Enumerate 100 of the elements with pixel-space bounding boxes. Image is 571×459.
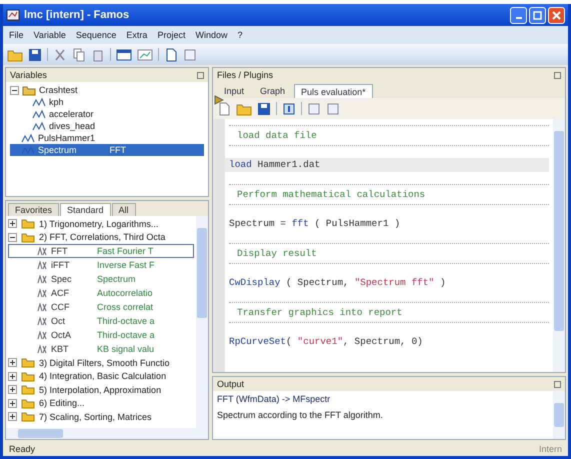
function-item[interactable]: Oct Third-octave a (8, 314, 194, 328)
menu-item[interactable]: Sequence (76, 30, 116, 40)
expand-icon[interactable] (8, 219, 17, 228)
code-line: Spectrum = fft ( PulsHammer1 ) (229, 217, 402, 231)
tree-item[interactable]: Spectrum FFT (10, 144, 204, 156)
function-icon (37, 316, 47, 326)
function-icon (37, 302, 47, 312)
expand-icon[interactable] (8, 398, 17, 408)
code-comment: Perform mathematical calculations (229, 184, 549, 205)
pin-icon[interactable] (197, 72, 204, 78)
menu-item[interactable]: Project (157, 30, 186, 40)
tree-item[interactable]: PulsHammer1 (10, 132, 204, 144)
panel-tab[interactable]: Standard (60, 203, 111, 216)
close-button[interactable] (548, 6, 565, 24)
status-text: Ready (9, 444, 36, 454)
status-text: Intern (538, 444, 562, 454)
cut-icon[interactable] (53, 48, 67, 62)
pin-icon[interactable] (554, 72, 561, 78)
folder-icon (21, 370, 35, 382)
function-item[interactable]: iFFT Inverse Fast F (8, 258, 194, 272)
collapse-icon[interactable] (10, 86, 19, 94)
editor-tab[interactable]: Graph (253, 84, 292, 98)
folder-icon[interactable] (236, 102, 252, 116)
function-group[interactable]: 7) Scaling, Sorting, Matrices (8, 410, 194, 424)
output-text: Spectrum according to the FFT algorithm. (217, 410, 384, 420)
minimize-icon (516, 17, 522, 19)
window-title: lmc [intern] - Famos (24, 9, 130, 21)
tree-item[interactable]: dives_head (10, 120, 204, 132)
code-line: CwDisplay ( Spectrum, "Spectrum fft" ) (229, 276, 447, 290)
document-icon[interactable] (164, 48, 178, 62)
output-text: FFT (WfmData) -> MFspectr (217, 394, 332, 404)
new-file-icon[interactable] (217, 102, 231, 116)
code-comment: Display result (229, 243, 549, 264)
code-comment: load data file (229, 125, 549, 146)
maximize-button[interactable] (529, 6, 546, 24)
function-item[interactable]: Spec Spectrum (8, 272, 194, 286)
code-comment: Transfer graphics into report (229, 302, 549, 323)
function-item[interactable]: ACF Autocorrelatio (8, 286, 194, 300)
run-icon[interactable] (282, 102, 296, 116)
expand-icon[interactable] (8, 385, 17, 394)
panel-tab[interactable]: All (112, 203, 136, 216)
minimize-button[interactable] (510, 6, 527, 24)
function-item[interactable]: CCF Cross correlat (8, 300, 194, 314)
function-icon (37, 246, 47, 256)
folder-icon (21, 384, 35, 396)
function-group[interactable]: 6) Editing... (8, 396, 194, 410)
save-icon[interactable] (257, 102, 271, 116)
menu-item[interactable]: Extra (126, 30, 148, 40)
close-icon (552, 10, 561, 20)
function-item[interactable]: OctA Third-octave a (8, 328, 194, 342)
function-group[interactable]: 4) Integration, Basic Calculation (8, 370, 194, 383)
panel-title: Variables (10, 70, 47, 80)
editor-tab[interactable]: Input (217, 84, 252, 98)
folder-icon[interactable] (7, 48, 23, 62)
function-item[interactable]: KBT KB signal valu (8, 342, 194, 356)
folder-icon (21, 218, 35, 230)
window-icon[interactable] (116, 48, 132, 62)
waveform-icon (21, 132, 35, 144)
tree-item[interactable]: accelerator (10, 108, 204, 120)
folder-icon (22, 84, 36, 96)
folder-icon (21, 398, 35, 409)
function-icon (37, 260, 47, 270)
panel-tab[interactable]: Favorites (8, 203, 60, 216)
waveform-icon (32, 120, 46, 132)
expand-icon[interactable] (8, 372, 17, 381)
function-icon (37, 330, 47, 340)
folder-icon (21, 357, 35, 368)
app-icon (6, 8, 20, 22)
function-group[interactable]: 3) Digital Filters, Smooth Functio (8, 356, 194, 370)
pin-icon[interactable] (554, 380, 561, 388)
scrollbar[interactable] (196, 216, 208, 428)
scrollbar[interactable] (553, 119, 565, 372)
panel-title: Files / Plugins (217, 70, 274, 80)
menu-item[interactable]: ? (237, 30, 242, 40)
function-icon (37, 288, 47, 298)
editor-tab[interactable]: Puls evaluation* (294, 84, 373, 98)
folder-icon (21, 232, 35, 243)
panel-title: Output (217, 379, 244, 389)
save-icon[interactable] (28, 48, 42, 62)
menu-item[interactable]: Window (195, 30, 228, 40)
maximize-icon (533, 10, 542, 20)
expand-icon[interactable] (8, 412, 17, 422)
folder-icon (21, 411, 35, 422)
copy-icon[interactable] (72, 48, 86, 62)
menu-item[interactable]: File (9, 30, 24, 40)
tree-item[interactable]: Crashtest (10, 84, 204, 96)
expand-icon[interactable] (8, 358, 17, 368)
collapse-icon[interactable] (8, 232, 17, 242)
function-group[interactable]: 2) FFT, Correlations, Third Octa (8, 230, 194, 244)
code-line: RpCurveSet( "curve1", Spectrum, 0) (229, 335, 424, 349)
function-group[interactable]: 5) Interpolation, Approximation (8, 383, 194, 396)
function-item[interactable]: FFT Fast Fourier T (8, 244, 194, 258)
scrollbar[interactable] (6, 428, 208, 439)
current-line-icon (214, 95, 224, 105)
scrollbar[interactable] (553, 391, 565, 439)
tree-item[interactable]: kph (10, 96, 204, 108)
function-group[interactable]: 1) Trigonometry, Logarithms... (8, 217, 194, 230)
function-icon (37, 274, 47, 284)
menu-item[interactable]: Variable (34, 30, 66, 40)
chart-icon[interactable] (137, 48, 153, 62)
